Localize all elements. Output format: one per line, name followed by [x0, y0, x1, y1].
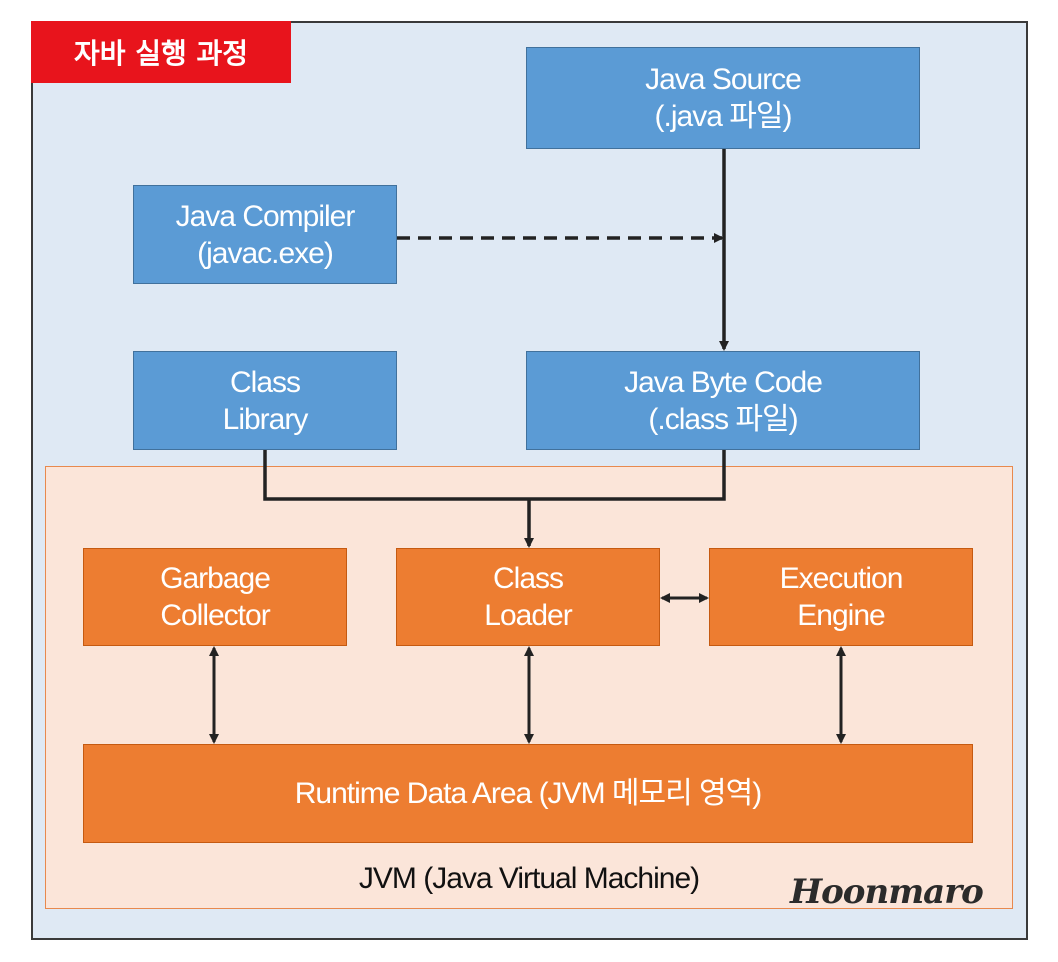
- line-library-to-loader: [263, 450, 726, 501]
- connector-layer: [209, 149, 846, 744]
